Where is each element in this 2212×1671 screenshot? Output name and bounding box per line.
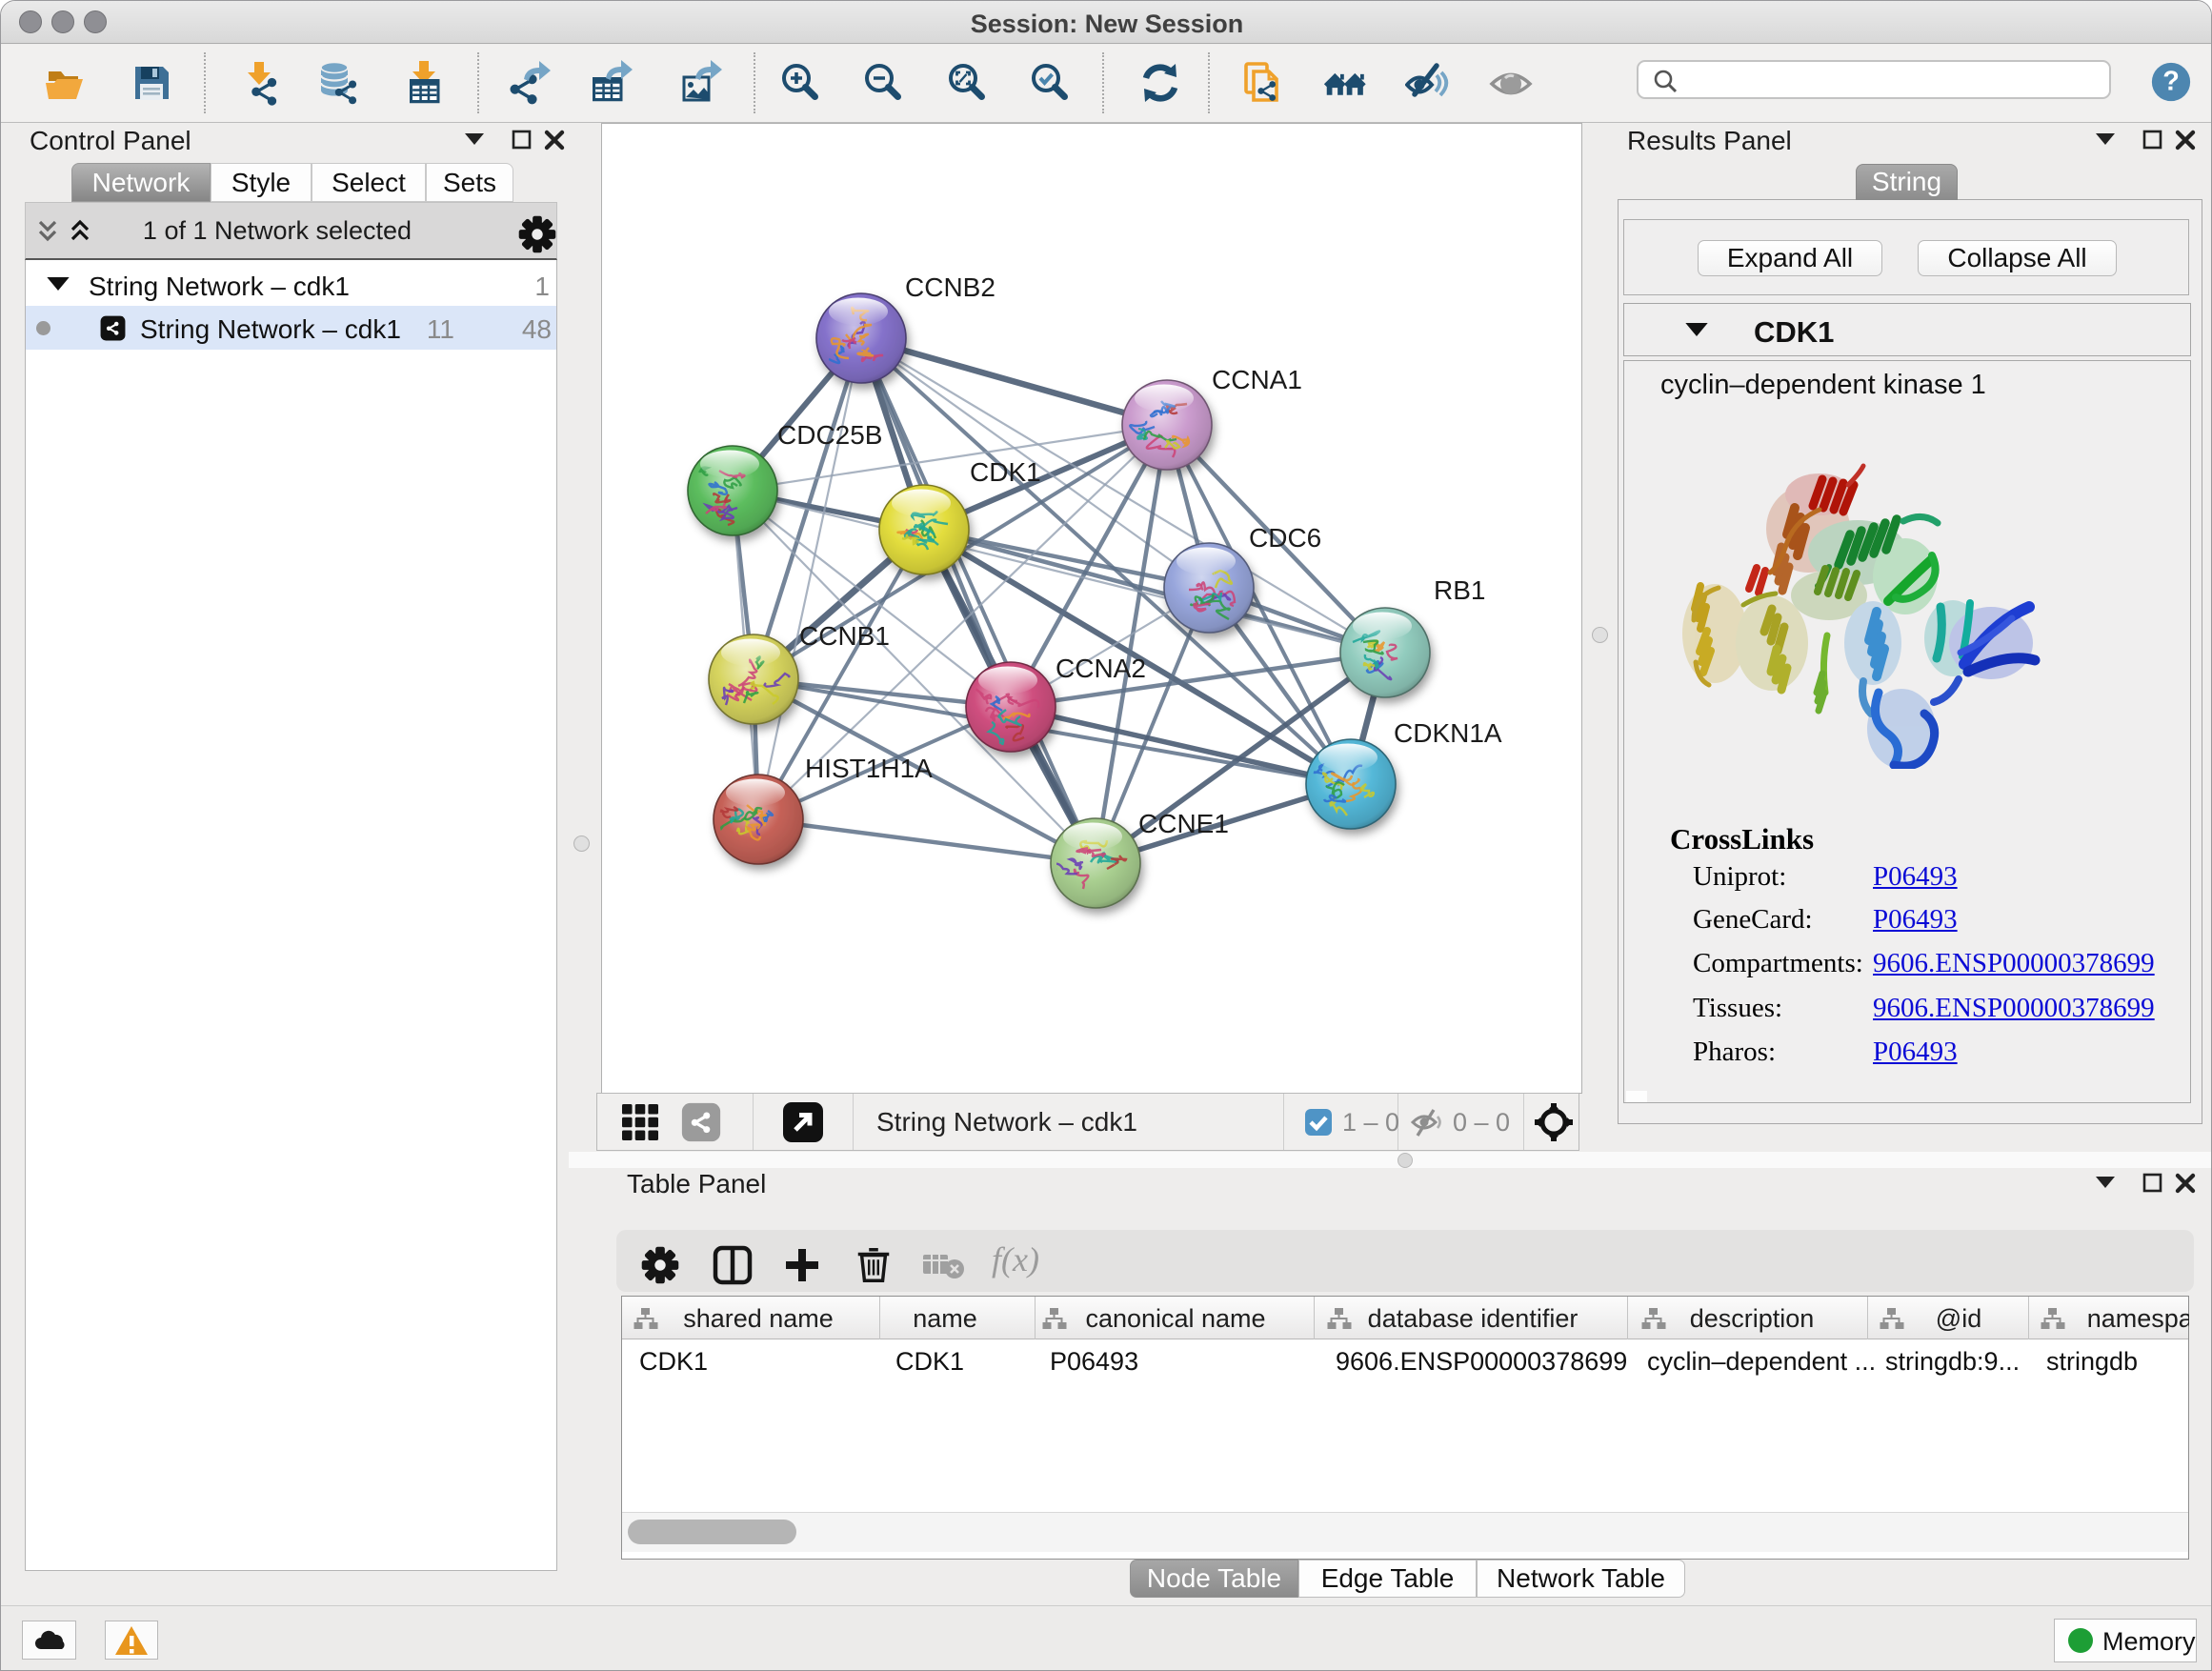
svg-text:CDK1: CDK1: [970, 457, 1041, 487]
svg-text:CCNB1: CCNB1: [799, 621, 890, 651]
svg-text:CCNE1: CCNE1: [1138, 809, 1229, 838]
svg-text:CDKN1A: CDKN1A: [1394, 718, 1502, 748]
svg-text:CCNA1: CCNA1: [1212, 365, 1302, 394]
svg-text:CDC25B: CDC25B: [777, 420, 882, 450]
svg-text:HIST1H1A: HIST1H1A: [805, 754, 933, 783]
svg-text:CCNA2: CCNA2: [1056, 654, 1146, 683]
svg-text:RB1: RB1: [1434, 575, 1485, 605]
svg-text:CDC6: CDC6: [1249, 523, 1321, 553]
svg-text:CCNB2: CCNB2: [905, 272, 995, 302]
svg-text:?: ?: [2162, 67, 2180, 97]
